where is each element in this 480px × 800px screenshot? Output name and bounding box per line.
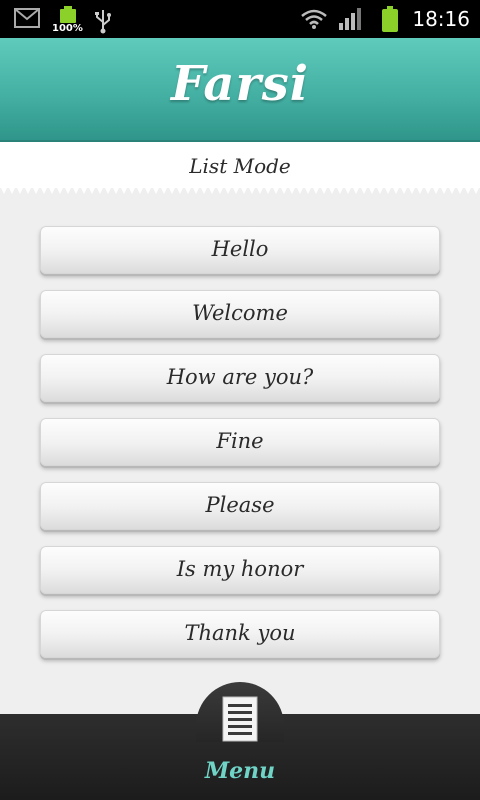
gmail-icon <box>14 8 40 28</box>
phrase-label: Hello <box>211 237 269 261</box>
phrase-button-thank-you[interactable]: Thank you <box>40 610 440 658</box>
signal-icon <box>339 8 361 30</box>
phrase-label: Welcome <box>192 301 288 325</box>
phrase-list: Hello Welcome How are you? Fine Please I… <box>40 226 440 674</box>
zigzag-divider <box>0 186 480 194</box>
phrase-label: How are you? <box>166 365 314 389</box>
mode-label: List Mode <box>189 154 291 178</box>
phrase-label: Please <box>205 493 275 517</box>
usb-icon <box>95 10 111 34</box>
phrase-label: Is my honor <box>176 557 304 581</box>
app-header: Farsi <box>0 38 480 142</box>
phrase-label: Thank you <box>184 621 296 645</box>
mode-strip: List Mode <box>0 142 480 188</box>
menu-label[interactable]: Menu <box>0 758 480 784</box>
phrase-button-is-my-honor[interactable]: Is my honor <box>40 546 440 594</box>
phrase-label: Fine <box>216 429 264 453</box>
phrase-button-please[interactable]: Please <box>40 482 440 530</box>
battery-percent: 100% <box>52 23 83 34</box>
phrase-button-fine[interactable]: Fine <box>40 418 440 466</box>
battery-icon <box>382 6 398 32</box>
app-title: Farsi <box>170 56 310 112</box>
status-bar: 100% 18:16 <box>0 0 480 38</box>
phrase-button-hello[interactable]: Hello <box>40 226 440 274</box>
wifi-icon <box>301 9 327 29</box>
phrase-button-how-are-you[interactable]: How are you? <box>40 354 440 402</box>
document-list-icon[interactable] <box>222 696 258 742</box>
clock: 18:16 <box>412 7 470 31</box>
phrase-button-welcome[interactable]: Welcome <box>40 290 440 338</box>
